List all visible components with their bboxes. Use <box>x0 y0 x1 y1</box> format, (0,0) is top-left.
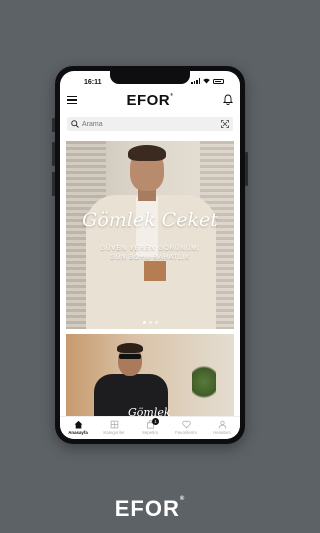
home-icon <box>74 420 82 429</box>
carousel-dot[interactable] <box>142 321 146 324</box>
grid-icon <box>110 420 118 429</box>
bottom-tab-bar: Anasayfa Kategoriler 1 Sepetim Favoriler… <box>60 416 240 439</box>
search-bar[interactable] <box>67 117 233 131</box>
user-icon <box>218 420 226 429</box>
tab-label: Favorilerim <box>175 430 197 435</box>
tab-cart[interactable]: 1 Sepetim <box>132 417 168 439</box>
app-logo[interactable]: EFOR® <box>60 92 240 109</box>
hero-jacket-pocket <box>144 261 166 281</box>
status-icons <box>191 78 224 84</box>
tab-label: Sepetim <box>141 430 159 435</box>
mute-switch <box>52 118 55 132</box>
footer-brand-logo: EFOR® <box>0 496 300 522</box>
tab-label: Kategoriler <box>103 430 125 435</box>
camera-notch <box>110 71 190 84</box>
footer-brand-text: EFOR <box>114 496 180 521</box>
logo-registered-mark: ® <box>170 92 174 97</box>
tab-favorites[interactable]: Favorilerim <box>168 417 204 439</box>
tab-label: Hesabım <box>213 430 231 435</box>
volume-down-button <box>52 172 55 196</box>
promo-model-sunglasses <box>119 354 141 359</box>
search-input[interactable] <box>79 120 202 128</box>
promo-banner[interactable]: Gömlek <box>66 334 234 424</box>
cart-count-badge: 1 <box>152 418 159 425</box>
cellular-signal-icon <box>191 78 200 84</box>
volume-up-button <box>52 142 55 166</box>
tab-categories[interactable]: Kategoriler <box>96 417 132 439</box>
hero-title: Gömlek Ceket <box>82 209 218 231</box>
hero-subtitle-line1: GÜVEN VEREN GÖRÜNÜM, <box>100 245 200 252</box>
carousel-dot[interactable] <box>148 321 152 324</box>
hero-subtitle-line2: GÜN BOYU RAHATLIK <box>109 254 191 261</box>
footer-brand-registered-mark: ® <box>179 496 186 502</box>
heart-icon <box>181 420 191 429</box>
search-icon <box>71 120 79 128</box>
tab-label: Anasayfa <box>68 430 88 435</box>
promo-model-hair <box>117 343 143 353</box>
status-time: 16:11 <box>84 79 102 86</box>
power-button <box>245 152 248 186</box>
carousel-indicator <box>66 321 234 324</box>
barcode-scan-icon[interactable] <box>221 120 229 128</box>
logo-text: EFOR <box>126 92 171 109</box>
carousel-dot[interactable] <box>154 321 158 324</box>
promo-plant <box>192 362 216 402</box>
phone-frame: 16:11 EFOR® Arama Gömlek Ceket GÜVEN VER… <box>52 66 248 444</box>
hero-model-hair <box>128 145 166 161</box>
wifi-icon <box>203 78 210 84</box>
bell-icon[interactable] <box>223 94 233 105</box>
tab-home[interactable]: Anasayfa <box>60 417 96 439</box>
tab-account[interactable]: Hesabım <box>204 417 240 439</box>
hero-banner[interactable]: Gömlek Ceket GÜVEN VEREN GÖRÜNÜM, GÜN BO… <box>66 141 234 329</box>
app-screen: 16:11 EFOR® Arama Gömlek Ceket GÜVEN VER… <box>60 71 240 439</box>
app-header: EFOR® <box>60 89 240 111</box>
battery-icon <box>213 78 224 84</box>
